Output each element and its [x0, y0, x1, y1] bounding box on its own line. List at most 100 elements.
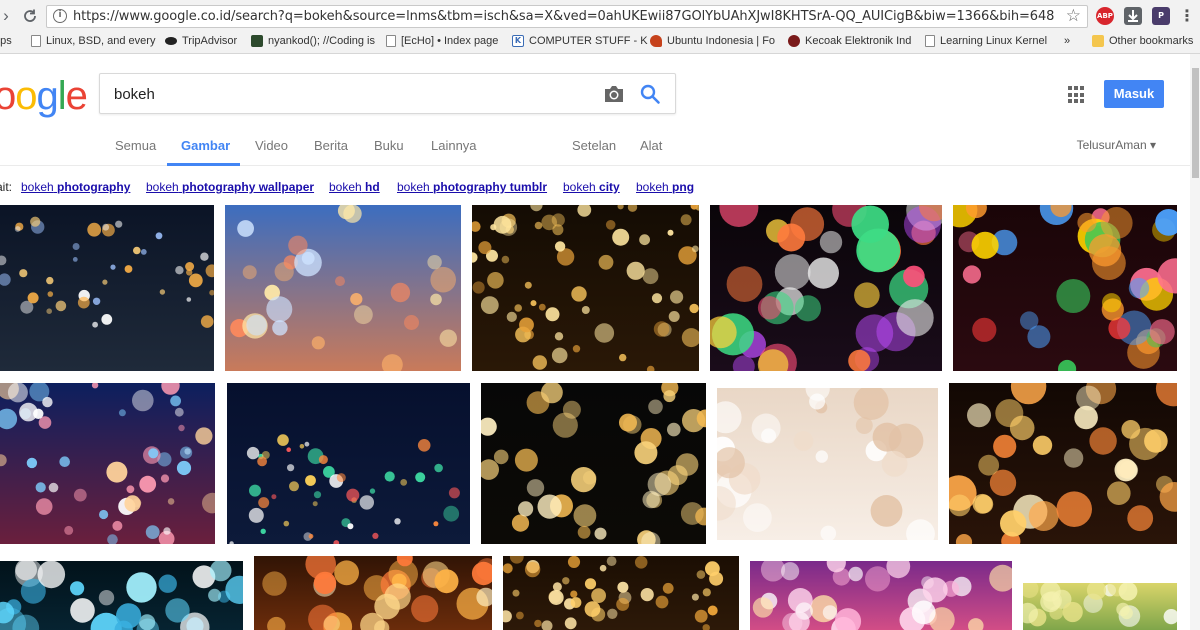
bokeh-dot: [691, 593, 699, 601]
image-result[interactable]: [481, 383, 706, 544]
scrollbar[interactable]: [1190, 54, 1200, 630]
bokeh-dot: [870, 495, 903, 527]
bookmark-kecoak[interactable]: Kecoak Elektronik Ind: [788, 35, 911, 47]
bokeh-dot: [19, 269, 28, 278]
bokeh-dot: [751, 413, 781, 443]
bokeh-dot: [1062, 601, 1083, 623]
bokeh-dot: [139, 614, 156, 630]
sign-in-button[interactable]: Masuk: [1104, 80, 1164, 108]
tab-video[interactable]: Video: [255, 138, 288, 153]
image-result[interactable]: [949, 383, 1177, 544]
bookmark-echo[interactable]: [EcHo] • Index page: [386, 35, 498, 47]
bookmark-apps[interactable]: pps: [0, 35, 12, 47]
menu-icon[interactable]: ⋮: [1178, 7, 1196, 25]
download-extension-icon[interactable]: [1124, 7, 1142, 25]
image-thumbnail: [750, 561, 1012, 630]
address-url[interactable]: https://www.google.co.id/search?q=bokeh&…: [73, 9, 1054, 24]
bokeh-dot: [46, 308, 52, 314]
reload-icon[interactable]: [20, 6, 40, 26]
related-chip[interactable]: bokeh png: [636, 180, 694, 194]
safesearch-dropdown[interactable]: TelusurAman ▾: [1077, 138, 1156, 152]
bokeh-dot: [195, 427, 213, 445]
image-result[interactable]: [227, 383, 470, 544]
google-logo[interactable]: oogle: [0, 74, 88, 118]
apps-grid-icon[interactable]: [1068, 86, 1086, 104]
bokeh-dot: [478, 241, 492, 255]
image-result[interactable]: [0, 561, 243, 630]
adblock-icon[interactable]: ABP: [1096, 7, 1114, 25]
bokeh-dot: [1127, 505, 1154, 532]
info-icon[interactable]: i: [53, 9, 67, 23]
bokeh-dot: [448, 487, 460, 499]
search-box[interactable]: [99, 73, 676, 114]
bookmark-label: Ubuntu Indonesia | Fo: [667, 35, 776, 47]
image-result[interactable]: [710, 205, 942, 371]
bokeh-dot: [514, 304, 522, 312]
bokeh-dot: [577, 525, 591, 539]
tab-books[interactable]: Buku: [374, 138, 404, 153]
bokeh-dot: [865, 566, 891, 592]
bokeh-dot: [417, 439, 431, 452]
related-chip[interactable]: bokeh photography wallpaper: [146, 180, 314, 194]
tab-more[interactable]: Lainnya: [431, 138, 477, 153]
search-input[interactable]: [114, 84, 594, 104]
bokeh-dot: [47, 291, 54, 297]
image-result[interactable]: [254, 556, 492, 630]
pocket-extension-icon[interactable]: P: [1152, 7, 1170, 25]
image-result[interactable]: [953, 205, 1177, 371]
bokeh-dot: [313, 491, 322, 499]
bookmark-other-bookmarks[interactable]: Other bookmarks: [1092, 35, 1193, 47]
bokeh-dot: [35, 498, 53, 515]
related-chip[interactable]: bokeh hd: [329, 180, 380, 194]
tab-news[interactable]: Berita: [314, 138, 348, 153]
address-bar[interactable]: i https://www.google.co.id/search?q=boke…: [46, 5, 1088, 28]
active-tab-indicator: [167, 163, 240, 166]
tab-settings[interactable]: Setelan: [572, 138, 616, 153]
bokeh-dot: [262, 571, 287, 596]
scrollbar-thumb[interactable]: [1192, 68, 1199, 178]
bokeh-dot: [287, 464, 295, 472]
image-result[interactable]: [1023, 583, 1177, 630]
google-logo-letters: oogle: [0, 74, 88, 118]
bokeh-dot: [186, 297, 192, 302]
bookmarks-overflow-button[interactable]: »: [1064, 35, 1070, 47]
bokeh-dot: [133, 246, 141, 255]
tab-all[interactable]: Semua: [115, 138, 156, 153]
image-result[interactable]: [750, 561, 1012, 630]
bokeh-dot: [598, 254, 614, 270]
camera-icon[interactable]: [603, 84, 625, 104]
bookmark-linux-bsd[interactable]: Linux, BSD, and every: [31, 35, 155, 47]
bokeh-dot: [493, 449, 509, 465]
bokeh-dot: [167, 498, 175, 505]
related-chip[interactable]: bokeh photography tumblr: [397, 180, 547, 194]
tab-tools[interactable]: Alat: [640, 138, 662, 153]
tab-images[interactable]: Gambar: [181, 138, 230, 153]
bookmark-learning-linux-kernel[interactable]: Learning Linux Kernel: [925, 35, 1047, 47]
bookmark-ubuntu-indonesia[interactable]: Ubuntu Indonesia | Fo: [650, 35, 775, 47]
bokeh-dot: [822, 605, 838, 620]
bookmark-nyankod[interactable]: nyankod(); //Coding is: [251, 35, 375, 47]
image-result[interactable]: [0, 205, 214, 371]
related-chip[interactable]: bokeh photography: [21, 180, 130, 194]
image-result[interactable]: [472, 205, 699, 371]
forward-icon[interactable]: ›: [0, 6, 16, 26]
bokeh-dot: [7, 383, 28, 403]
bokeh-dot: [581, 306, 590, 314]
image-result[interactable]: [717, 388, 938, 540]
image-result[interactable]: [503, 556, 739, 630]
bokeh-dot: [881, 451, 908, 477]
bokeh-dot: [922, 577, 948, 603]
bokeh-dot: [530, 300, 537, 307]
related-chip[interactable]: bokeh city: [563, 180, 620, 194]
terminal-icon: [251, 35, 263, 47]
bookmark-star-icon[interactable]: ☆: [1066, 6, 1081, 26]
bookmark-tripadvisor[interactable]: TripAdvisor: [165, 35, 237, 47]
bokeh-dot: [1102, 293, 1122, 313]
bookmark-computer-stuff[interactable]: K COMPUTER STUFF - K: [512, 35, 648, 47]
image-result[interactable]: [0, 383, 215, 544]
bokeh-dot: [572, 345, 581, 353]
bokeh-dot: [537, 494, 562, 519]
bokeh-dot: [27, 292, 39, 304]
image-result[interactable]: [225, 205, 461, 371]
search-icon[interactable]: [639, 83, 661, 105]
